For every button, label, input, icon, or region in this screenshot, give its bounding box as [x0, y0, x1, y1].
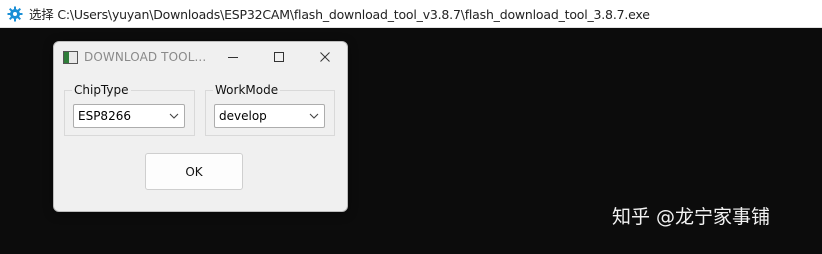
workmode-select[interactable]: develop [214, 104, 325, 128]
close-icon [320, 52, 330, 62]
minimize-icon [228, 57, 238, 58]
chevron-down-icon[interactable] [166, 105, 182, 127]
workmode-label: WorkMode [213, 82, 281, 98]
dialog-title: DOWNLOAD TOOL... [84, 50, 207, 64]
watermark-text: 知乎 @龙宁家事铺 [612, 206, 770, 228]
dialog-titlebar[interactable]: DOWNLOAD TOOL... [54, 42, 347, 72]
console-title: 选择 C:\Users\yuyan\Downloads\ESP32CAM\fla… [29, 7, 650, 22]
gear-icon[interactable] [7, 6, 23, 22]
console-titlebar: 选择 C:\Users\yuyan\Downloads\ESP32CAM\fla… [0, 0, 822, 28]
minimize-button[interactable] [222, 47, 244, 67]
app-icon [63, 50, 78, 64]
chiptype-group: ChipType ESP8266 [64, 82, 195, 136]
download-tool-dialog: DOWNLOAD TOOL... ChipType ESP8266 WorkMo… [53, 41, 348, 212]
zhihu-watermark: 知乎 @龙宁家事铺 [612, 196, 812, 236]
chevron-down-icon[interactable] [306, 105, 322, 127]
chiptype-select[interactable]: ESP8266 [73, 104, 185, 128]
chiptype-value: ESP8266 [78, 109, 131, 123]
workmode-group: WorkMode develop [205, 82, 335, 136]
close-button[interactable] [314, 47, 336, 67]
maximize-button[interactable] [268, 47, 290, 67]
ok-button[interactable]: OK [145, 153, 243, 190]
workmode-value: develop [219, 109, 267, 123]
maximize-icon [274, 52, 284, 62]
chiptype-label: ChipType [72, 82, 131, 98]
